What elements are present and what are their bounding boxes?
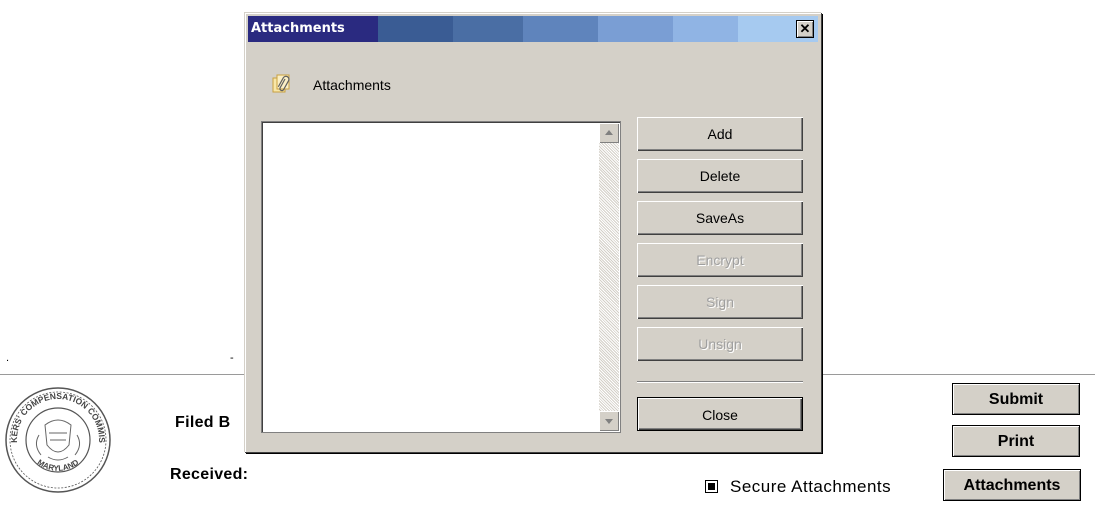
delete-button[interactable]: Delete <box>637 159 803 193</box>
checkbox-checked-mark <box>708 483 715 490</box>
scroll-up-arrow-icon[interactable] <box>599 123 619 143</box>
attachments-listbox[interactable] <box>261 121 621 433</box>
dialog-title: Attachments <box>251 21 345 36</box>
svg-text:WORKERS' COMPENSATION COMMISSI: WORKERS' COMPENSATION COMMISSION <box>3 385 107 443</box>
form-tick-mark: . <box>6 352 10 364</box>
encrypt-button[interactable]: Encrypt <box>637 243 803 277</box>
close-icon[interactable]: ✕ <box>796 20 814 38</box>
attachments-button[interactable]: Attachments <box>943 469 1081 501</box>
received-label: Received: <box>170 466 249 483</box>
button-separator <box>637 381 803 383</box>
seal-top-text: WORKERS' COMPENSATION COMMISSION <box>3 385 107 443</box>
attachments-header-label: Attachments <box>313 77 391 93</box>
attachments-dialog: Attachments ✕ Attachments Add Delete Sav… <box>244 12 821 452</box>
submit-button[interactable]: Submit <box>952 383 1080 415</box>
secure-attachments-label: Secure Attachments <box>730 477 892 496</box>
saveas-button[interactable]: SaveAs <box>637 201 803 235</box>
secure-attachments-checkbox[interactable] <box>705 480 718 493</box>
form-tick-mark: - <box>230 352 234 364</box>
print-button[interactable]: Print <box>952 425 1080 457</box>
sign-button[interactable]: Sign <box>637 285 803 319</box>
close-button[interactable]: Close <box>637 397 803 431</box>
unsign-button[interactable]: Unsign <box>637 327 803 361</box>
maryland-wcc-seal-icon: WORKERS' COMPENSATION COMMISSION MARYLAN… <box>3 385 111 493</box>
dialog-titlebar[interactable]: Attachments ✕ <box>248 16 818 42</box>
scroll-down-arrow-icon[interactable] <box>599 411 619 431</box>
add-button[interactable]: Add <box>637 117 803 151</box>
filed-by-label: Filed B <box>175 414 231 431</box>
paperclip-attachment-icon <box>272 74 290 93</box>
listbox-scrollbar[interactable] <box>599 123 619 431</box>
